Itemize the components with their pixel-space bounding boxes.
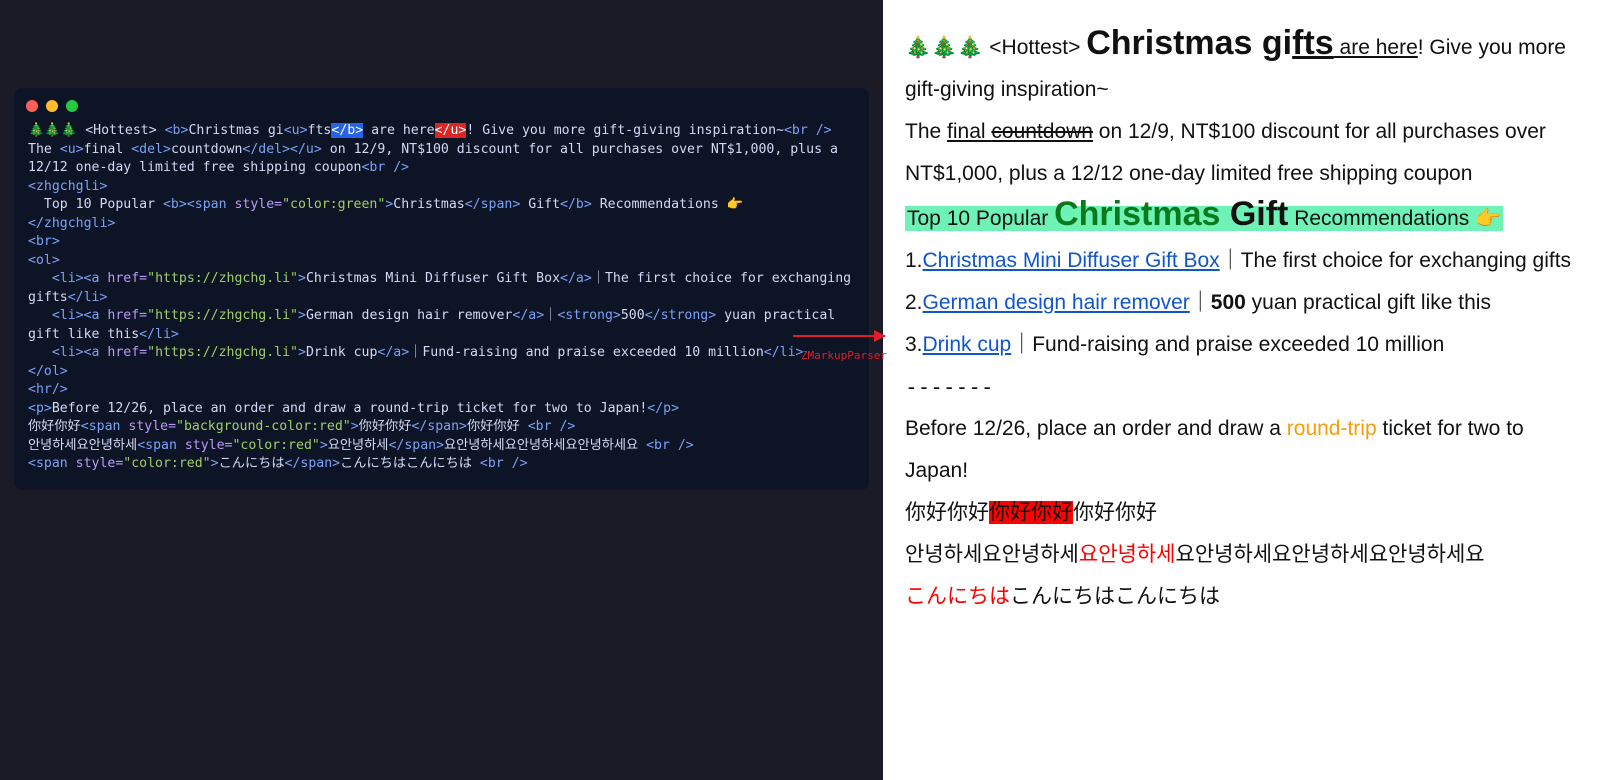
code-editor: 🎄🎄🎄 <Hottest> <b>Christmas gi<u>fts</b> … <box>14 88 869 490</box>
source-pane: 🎄🎄🎄 <Hottest> <b>Christmas gi<u>fts</b> … <box>0 0 883 780</box>
minimize-icon[interactable] <box>46 100 58 112</box>
close-icon[interactable] <box>26 100 38 112</box>
korean-line: 안녕하세요안녕하세요안녕하세요안녕하세요안녕하세요안녕하세요 <box>905 534 1589 576</box>
rendered-pane: 🎄🎄🎄 <Hottest> Christmas gifts are here! … <box>883 0 1613 780</box>
parser-arrow: ZMarkupParser <box>793 335 885 362</box>
parser-label: ZMarkupParser <box>801 349 887 362</box>
link-drink-cup[interactable]: Drink cup <box>923 333 1012 356</box>
promo-paragraph: Before 12/26, place an order and draw a … <box>905 408 1589 492</box>
japanese-line: こんにちはこんにちはこんにちは <box>905 576 1589 618</box>
headline: 🎄🎄🎄 <Hottest> Christmas gifts are here! … <box>905 22 1589 111</box>
divider: ------- <box>905 366 1589 408</box>
link-diffuser[interactable]: Christmas Mini Diffuser Gift Box <box>923 249 1220 272</box>
list-item-1: 1.Christmas Mini Diffuser Gift Box｜The f… <box>905 240 1589 282</box>
subhead: The final countdown on 12/9, NT$100 disc… <box>905 111 1589 195</box>
list-item-3: 3.Drink cup｜Fund-raising and praise exce… <box>905 324 1589 366</box>
highlighted-title: Top 10 Popular Christmas Gift Recommenda… <box>905 195 1589 240</box>
list-item-2: 2.German design hair remover｜500 yuan pr… <box>905 282 1589 324</box>
chinese-line: 你好你好你好你好你好你好 <box>905 492 1589 534</box>
maximize-icon[interactable] <box>66 100 78 112</box>
arrow-icon <box>793 335 885 337</box>
window-traffic-lights <box>14 98 869 122</box>
link-hair-remover[interactable]: German design hair remover <box>923 291 1190 314</box>
html-source: 🎄🎄🎄 <Hottest> <b>Christmas gi<u>fts</b> … <box>14 122 869 474</box>
tree-emoji: 🎄🎄🎄 <box>905 36 983 59</box>
